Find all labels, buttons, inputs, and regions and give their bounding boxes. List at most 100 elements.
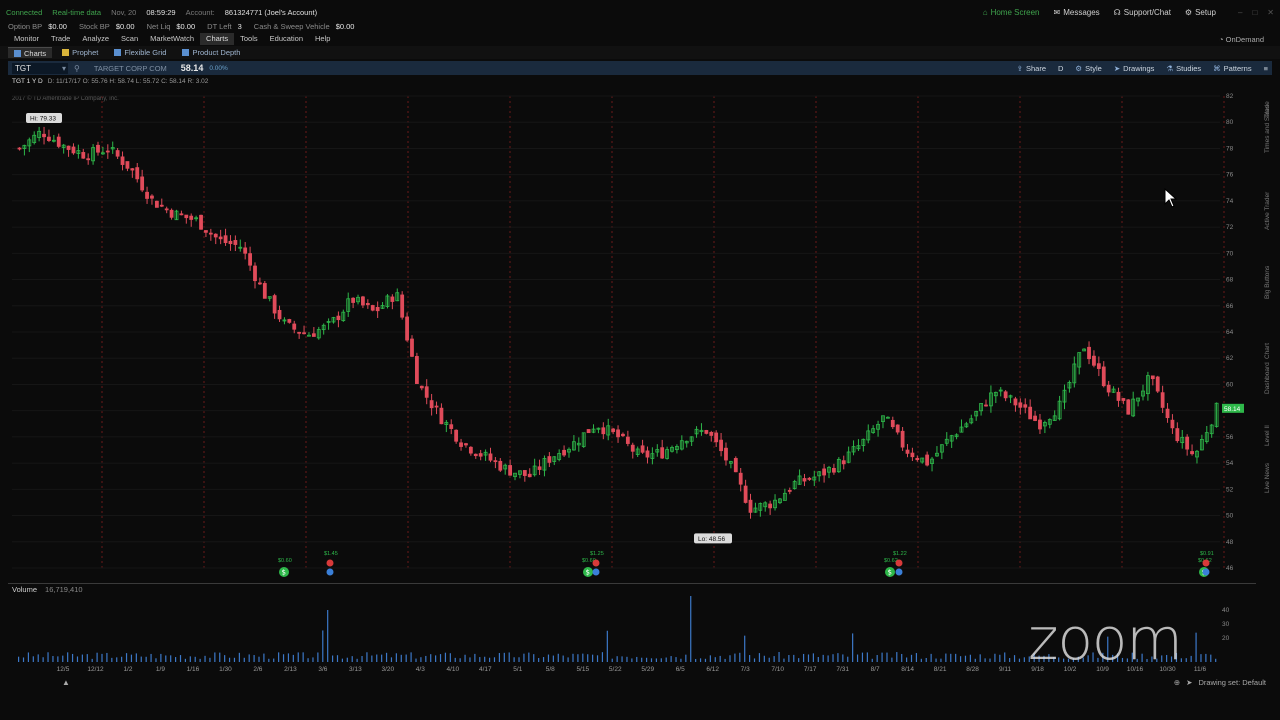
side-tab-active-trader[interactable]: Active Trader [1264,192,1271,230]
volume-bar [631,658,633,662]
tool-patterns[interactable]: ⌘ Patterns [1213,64,1251,73]
subtab-flexible-grid[interactable]: Flexible Grid [108,47,172,58]
menu-trade[interactable]: Trade [45,33,76,45]
side-tab-level-ii[interactable]: Level II [1264,425,1271,446]
side-tab-chart[interactable]: Chart [1264,343,1271,359]
time-tick: 1/16 [186,666,200,673]
subtab-prophet[interactable]: Prophet [56,47,104,58]
candle [571,435,576,451]
candle [699,423,704,436]
volume-bar [268,658,270,662]
menu-icon[interactable]: ≡ [1264,64,1268,73]
volume-bar [925,657,927,662]
volume-bar [709,655,711,662]
candle [414,352,419,384]
volume-bar [891,657,893,662]
scroll-left-icon[interactable]: ▲ [62,678,70,687]
minimize-icon[interactable]: – [1238,8,1242,17]
maximize-icon[interactable]: □ [1252,8,1257,17]
close-icon[interactable]: ✕ [1267,8,1274,17]
home-screen-button[interactable]: ⌂ Home Screen [983,8,1040,17]
svg-text:58.14: 58.14 [1224,406,1241,413]
candle [184,214,189,224]
last-price: 58.14 [180,63,204,73]
menu-analyze[interactable]: Analyze [76,33,115,45]
tool-studies[interactable]: ⚗ Studies [1166,64,1201,73]
ondemand-label: OnDemand [1225,34,1264,44]
price-tick: 46 [1226,565,1234,572]
menu-help[interactable]: Help [309,33,336,45]
menu-marketwatch[interactable]: MarketWatch [144,33,200,45]
candle [881,415,885,429]
volume-bar [302,652,304,662]
ondemand-button[interactable]: ◔ OnDemand [1219,35,1272,44]
chevron-down-icon[interactable]: ▾ [62,63,68,74]
subtab-product-depth[interactable]: Product Depth [176,47,246,58]
support-chat-button[interactable]: ☊ Support/Chat [1114,8,1171,17]
volume-bar [121,656,123,662]
candle [650,447,655,465]
volume-bar [76,656,79,662]
company-name: TARGET CORP COM [93,63,167,73]
side-tab-dashboard[interactable]: Dashboard [1264,362,1271,394]
menu-charts[interactable]: Charts [200,33,235,45]
candle [709,430,714,442]
account-value[interactable]: 861324771 (Joel's Account) [225,8,317,17]
time-tick: 1/2 [123,666,133,673]
time-tick: 4/3 [415,666,425,673]
pane-divider[interactable] [8,583,1256,584]
volume-bar [861,652,864,662]
time-tick: 2/6 [253,666,263,673]
bp-label-1: Stock BP [78,21,110,31]
menu-scan[interactable]: Scan [115,33,144,45]
messages-button[interactable]: ✉ Messages [1054,8,1100,17]
volume-tick: 20 [1222,635,1230,642]
candle [1052,410,1057,421]
candle [302,325,306,335]
side-tab-times-and-sales[interactable]: Times and Sales [1264,105,1271,153]
candle [1165,403,1170,423]
volume-bar [542,657,545,662]
volume-bar [955,653,957,662]
bp-label-2: Net Liq [146,21,171,31]
last-price-marker: 58.14 [1222,403,1244,413]
setup-button[interactable]: ⚙ Setup [1185,8,1216,17]
tool-d[interactable]: D [1058,64,1063,73]
zoom-icon[interactable]: ⊕ [1174,678,1180,687]
candle [890,416,895,429]
candle [714,430,719,447]
volume-bar [793,654,795,662]
tool-style[interactable]: ⚙ Style [1075,64,1101,73]
drawing-set-select[interactable]: Drawing set: Default [1198,678,1266,687]
symbol-input[interactable]: TGT ▾ [12,62,68,74]
volume-bar [454,657,456,662]
tool-share[interactable]: ⇪ Share [1017,64,1046,73]
tool-label: Studies [1176,63,1202,73]
candle [935,446,939,457]
link-icon[interactable]: ⚲ [74,64,80,73]
side-tab-live-news[interactable]: Live News [1264,463,1271,493]
candle [552,456,557,466]
side-tab-big-buttons[interactable]: Big Buttons [1264,265,1271,298]
candle [959,419,964,433]
subtab-charts[interactable]: Charts [8,47,53,58]
volume-bar [930,653,932,662]
price-chart[interactable]: 82807876747270686664626058565452504846Hi… [8,88,1256,584]
volume-bar [1195,632,1197,662]
candle [508,459,513,476]
candle [91,144,95,165]
candle [611,427,616,435]
candle [154,200,159,208]
volume-bar [258,656,260,662]
pointer-icon[interactable]: ➤ [1186,678,1192,687]
volume-bar [704,658,707,662]
home-screen-label: Home Screen [990,7,1040,17]
earnings-marker[interactable]: $1.45 [324,551,338,576]
menu-monitor[interactable]: Monitor [8,33,45,45]
menu-tools[interactable]: Tools [234,33,264,45]
volume-bar [238,652,240,662]
candle [733,456,738,473]
volume-bar [81,654,83,662]
menu-education[interactable]: Education [264,33,309,45]
tool-drawings[interactable]: ➤ Drawings [1114,64,1155,73]
